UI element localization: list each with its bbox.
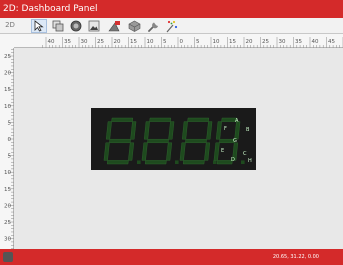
ruler-label: 15	[4, 87, 11, 93]
ruler-label: 5	[8, 120, 12, 126]
magic-tool-icon	[166, 20, 177, 32]
digit-segment	[111, 117, 134, 122]
ruler-label: 20	[4, 203, 11, 209]
ruler-label: 25	[4, 220, 11, 226]
ruler-label: 35	[295, 39, 302, 45]
horizontal-ruler: 40353025201510505101520253035404550	[14, 34, 343, 49]
ruler-label: 10	[213, 39, 220, 45]
shape-tool-icon	[108, 21, 120, 32]
ruler-label: 15	[229, 39, 236, 45]
ruler-label: 0	[8, 137, 12, 143]
digit-segment	[147, 138, 169, 143]
ruler-label: 15	[4, 187, 11, 193]
segment-label: G	[233, 138, 237, 144]
decimal-point	[213, 160, 217, 164]
segment-label: A	[235, 118, 239, 124]
decimal-point	[175, 160, 179, 164]
ruler-label: 5	[8, 154, 12, 160]
window-title: 2D: Dashboard Panel	[0, 0, 343, 18]
ruler-label: 35	[64, 39, 71, 45]
ruler-label: 20	[114, 39, 121, 45]
magic-tool-button[interactable]	[163, 19, 179, 33]
vertical-ruler: 25 20 15 10 5 0 5 10 15 20 25 30	[0, 48, 14, 249]
select-tool-icon	[34, 20, 44, 32]
image-tool-button[interactable]	[86, 19, 102, 33]
ruler-label: 0	[180, 39, 184, 45]
digit-segment	[109, 138, 131, 143]
ruler-label: 25	[262, 39, 269, 45]
ruler-label: 30	[81, 39, 88, 45]
status-bar: 20.65, 31.22, 0.00	[0, 249, 343, 265]
decimal-point	[137, 160, 141, 164]
ruler-label: 10	[4, 170, 11, 176]
object-tool-icon	[128, 20, 140, 32]
digit-segment	[182, 160, 205, 165]
ruler-label: 10	[147, 39, 154, 45]
decimal-point	[241, 160, 245, 164]
ruler-label: 45	[328, 39, 335, 45]
ruler-label: 5	[163, 39, 167, 45]
ruler-label: 20	[4, 71, 11, 77]
digit-segment	[185, 138, 207, 143]
ruler-label: 30	[279, 39, 286, 45]
ruler-label: 20	[246, 39, 253, 45]
wrench-tool-icon	[147, 22, 158, 32]
segment-label: E	[221, 148, 224, 154]
segment-label: F	[224, 126, 227, 132]
gauge-tool-button[interactable]	[68, 19, 84, 33]
resize-handle-icon[interactable]	[3, 252, 13, 262]
ruler-label: 5	[196, 39, 200, 45]
object-tool-button[interactable]	[126, 19, 142, 33]
ruler-label: 30	[4, 237, 11, 243]
ruler-label: 40	[48, 39, 55, 45]
cursor-coordinates: 20.65, 31.22, 0.00	[272, 254, 319, 260]
ruler-label: 25	[97, 39, 104, 45]
segment-label: B	[246, 127, 250, 133]
ruler-corner	[0, 34, 14, 48]
ruler-label: 10	[4, 104, 11, 110]
image-tool-icon	[88, 20, 100, 32]
segment-label: D	[231, 157, 235, 163]
segment-label: H	[248, 158, 252, 164]
arrange-tool-icon	[52, 20, 64, 32]
mode-2d-label[interactable]: 2D	[2, 19, 18, 32]
wrench-tool-button[interactable]	[145, 19, 161, 33]
digit-segment	[106, 160, 129, 165]
digit-segment	[187, 117, 210, 122]
ruler-label: 40	[312, 39, 319, 45]
design-canvas[interactable]: A B C D E FG H	[14, 48, 343, 249]
shape-tool-button[interactable]	[106, 19, 122, 33]
toolbar: 2D	[0, 18, 343, 34]
horizontal-ruler-scale: 40353025201510505101520253035404550	[42, 37, 343, 49]
gauge-tool-icon	[70, 20, 82, 32]
arrange-tool-button[interactable]	[50, 19, 66, 33]
ruler-label: 25	[4, 54, 11, 60]
select-tool-button[interactable]	[31, 19, 47, 33]
segment-label: C	[243, 151, 247, 157]
digit-segment	[144, 160, 167, 165]
digit-segment	[149, 117, 172, 122]
seven-segment-display-widget[interactable]: A B C D E FG H	[14, 48, 343, 249]
ruler-label: 15	[130, 39, 137, 45]
vertical-ruler-scale: 25 20 15 10 5 0 5 10 15 20 25 30	[4, 49, 14, 249]
